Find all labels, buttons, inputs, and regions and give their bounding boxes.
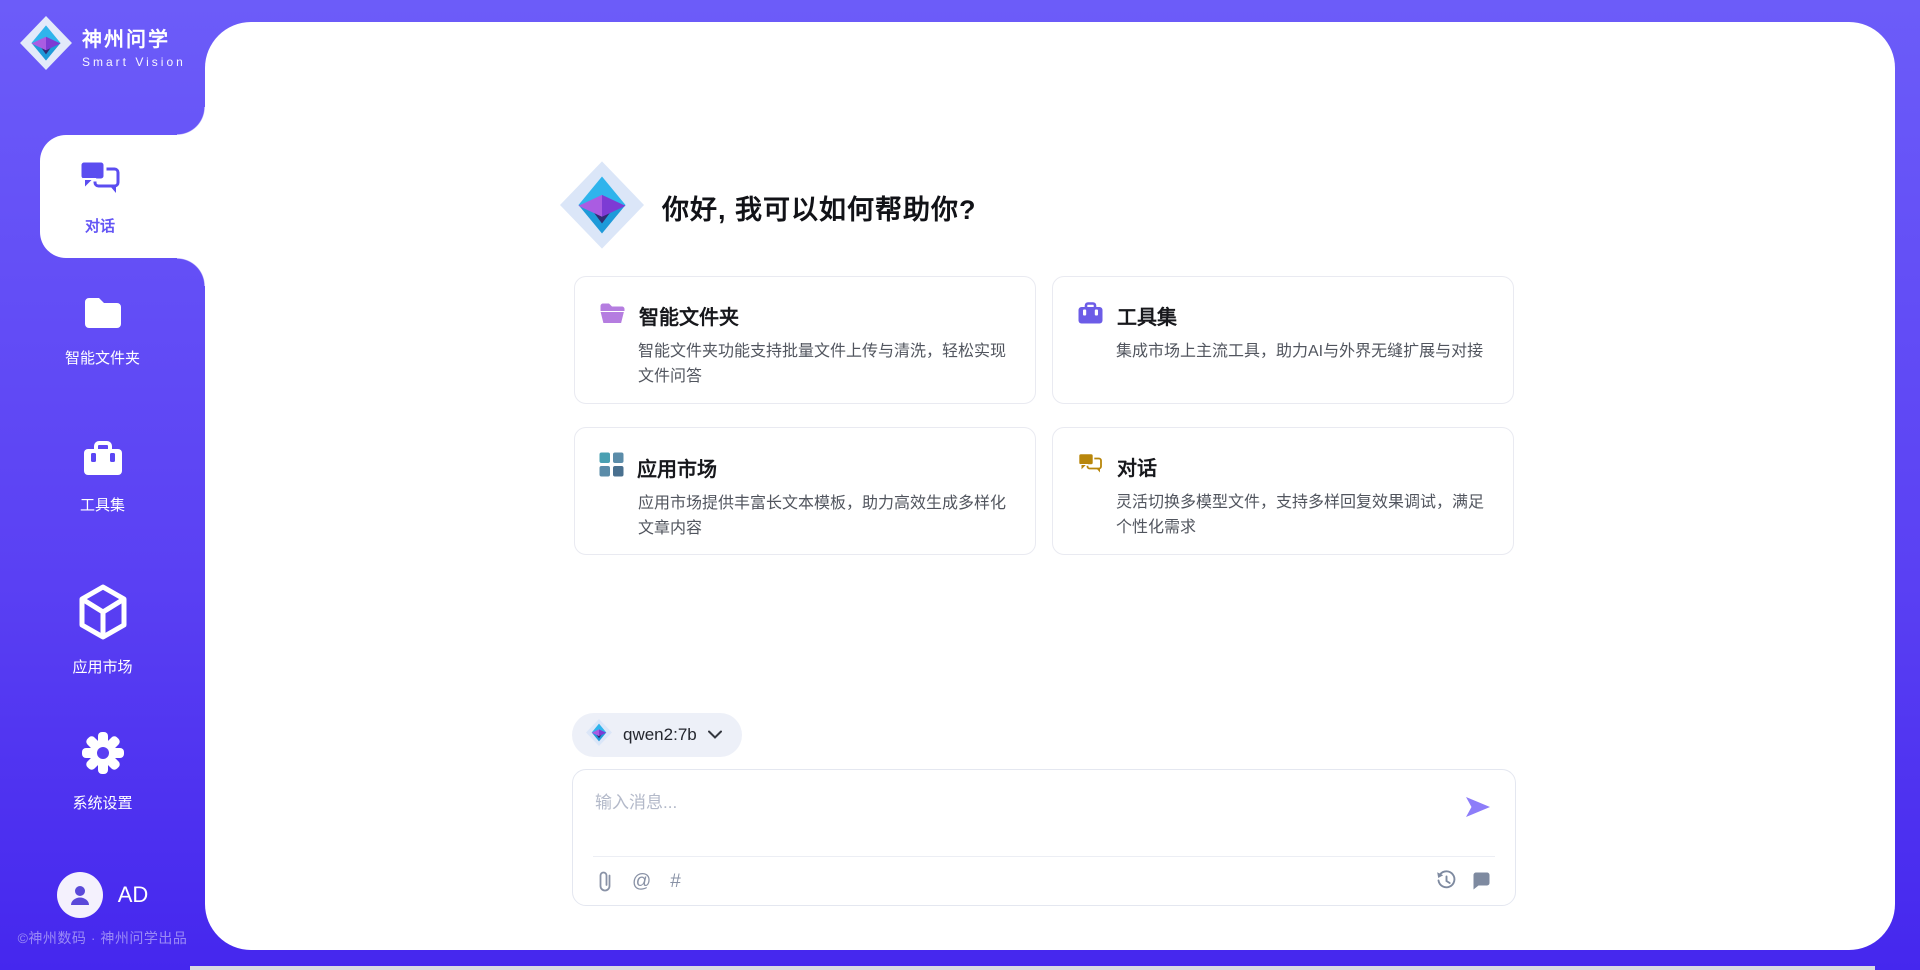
composer-divider (593, 856, 1495, 857)
sidebar-item-toolbox[interactable]: 工具集 (0, 440, 205, 515)
model-name: qwen2:7b (623, 725, 697, 745)
model-logo-icon (586, 719, 612, 751)
mention-icon[interactable]: @ (632, 871, 651, 893)
card-title: 应用市场 (637, 453, 717, 482)
card-description: 应用市场提供丰富长文本模板，助力高效生成多样化文章内容 (638, 491, 1013, 541)
sidebar-item-label: 对话 (85, 215, 115, 236)
sidebar-item-label: 智能文件夹 (65, 347, 140, 368)
brand-diamond-icon (20, 16, 72, 75)
sidebar: 神州问学 Smart Vision 对话 (0, 0, 205, 970)
folder-icon (599, 302, 626, 330)
toolbox-icon (1077, 301, 1104, 330)
card-smart-folder[interactable]: 智能文件夹 智能文件夹功能支持批量文件上传与清洗，轻松实现文件问答 (574, 276, 1036, 404)
user-profile[interactable]: AD (0, 872, 205, 918)
send-icon[interactable] (1465, 796, 1491, 818)
sidebar-item-settings[interactable]: 系统设置 (0, 730, 205, 813)
card-chat[interactable]: 对话 灵活切换多模型文件，支持多样回复效果调试，满足个性化需求 (1052, 427, 1514, 555)
model-selector[interactable]: qwen2:7b (572, 713, 742, 757)
sidebar-item-label: 系统设置 (72, 792, 132, 813)
message-composer: @ # (572, 769, 1516, 906)
user-name: AD (118, 882, 149, 908)
grid-icon (599, 452, 624, 482)
chevron-down-icon (708, 726, 722, 744)
hash-icon[interactable]: # (670, 871, 681, 893)
sidebar-item-smart-folder[interactable]: 智能文件夹 (0, 295, 205, 368)
sidebar-item-label: 应用市场 (72, 656, 132, 677)
message-input[interactable] (595, 788, 1455, 846)
user-avatar-icon (57, 872, 103, 918)
folder-icon (82, 295, 124, 336)
cube-icon (77, 584, 129, 645)
toolbox-icon (82, 440, 124, 483)
chat-icon (77, 158, 123, 205)
brand-name-en: Smart Vision (82, 55, 186, 69)
sidebar-item-chat[interactable]: 对话 (40, 135, 205, 258)
card-title: 智能文件夹 (639, 301, 739, 330)
greeting-block: 你好, 我可以如何帮助你? (560, 161, 977, 254)
copyright-text: ©神州数码 · 神州问学出品 (0, 928, 205, 948)
tab-fillet-bottom (177, 258, 205, 286)
feature-cards: 智能文件夹 智能文件夹功能支持批量文件上传与清洗，轻松实现文件问答 工具集 集成… (574, 276, 1514, 555)
chat-icon (1077, 452, 1104, 481)
attachment-icon[interactable] (597, 870, 613, 893)
brand-logo: 神州问学 Smart Vision (20, 16, 186, 75)
main-panel: 你好, 我可以如何帮助你? 智能文件夹 智能文件夹功能支持批量文件上传与清洗，轻… (205, 22, 1895, 950)
history-icon[interactable] (1436, 870, 1457, 891)
sidebar-item-label: 工具集 (80, 494, 125, 515)
gear-icon (80, 730, 126, 781)
card-app-market[interactable]: 应用市场 应用市场提供丰富长文本模板，助力高效生成多样化文章内容 (574, 427, 1036, 555)
card-description: 灵活切换多模型文件，支持多样回复效果调试，满足个性化需求 (1116, 490, 1491, 540)
card-title: 对话 (1117, 452, 1157, 481)
tab-fillet-top (177, 107, 205, 135)
card-description: 智能文件夹功能支持批量文件上传与清洗，轻松实现文件问答 (638, 339, 1013, 389)
hero-logo-icon (560, 161, 644, 254)
greeting-title: 你好, 我可以如何帮助你? (662, 188, 977, 227)
bottom-edge-strip (190, 966, 1875, 970)
card-description: 集成市场上主流工具，助力AI与外界无缝扩展与对接 (1116, 339, 1491, 364)
card-toolbox[interactable]: 工具集 集成市场上主流工具，助力AI与外界无缝扩展与对接 (1052, 276, 1514, 404)
comment-icon[interactable] (1472, 871, 1491, 890)
sidebar-item-app-market[interactable]: 应用市场 (0, 584, 205, 677)
card-title: 工具集 (1117, 301, 1177, 330)
brand-name-cn: 神州问学 (82, 23, 186, 52)
